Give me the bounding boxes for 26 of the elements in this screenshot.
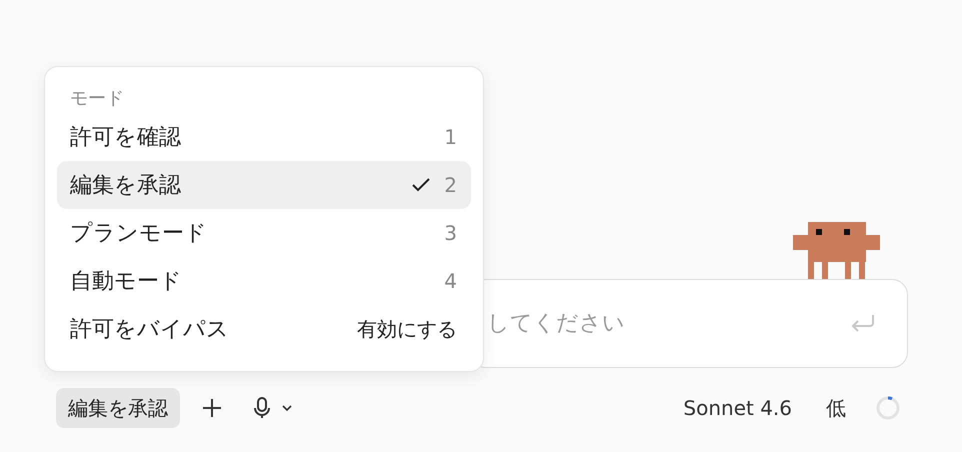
menu-item[interactable]: プランモード 3 [57,209,471,257]
menu-header: モード [69,87,124,111]
menu-item-hint: 3 [444,220,457,247]
model-name[interactable]: Sonnet 4.6 [683,393,792,423]
menu-item-label: 許可を確認 [70,124,181,152]
field-placeholder: してください [487,310,625,338]
menu-item[interactable]: 許可を確認 1 [57,113,471,161]
menu-item-hint: 1 [444,124,457,151]
menu-item-label: 編集を承認 [70,172,181,200]
menu-item-hint: 4 [444,268,457,295]
mode-button[interactable]: 編集を承認 [56,388,180,428]
microphone-icon[interactable] [254,397,270,419]
menu-item-hint: 有効にする [357,316,457,343]
plus-icon[interactable] [202,398,222,418]
menu-item-hint: 2 [444,172,457,199]
menu-item-label: 自動モード [70,268,182,296]
effort-label[interactable]: 低 [826,393,846,423]
return-icon [849,312,877,334]
chevron-down-icon[interactable] [282,405,292,411]
check-icon [412,178,430,192]
menu-item[interactable]: 編集を承認 2 [57,161,471,209]
menu-item[interactable]: 許可をバイパス 有効にする [57,305,471,353]
menu-item[interactable]: 自動モード 4 [57,257,471,305]
menu-item-label: プランモード [70,220,207,248]
effort-ring-icon [876,396,900,420]
menu-item-label: 許可をバイパス [70,316,229,344]
